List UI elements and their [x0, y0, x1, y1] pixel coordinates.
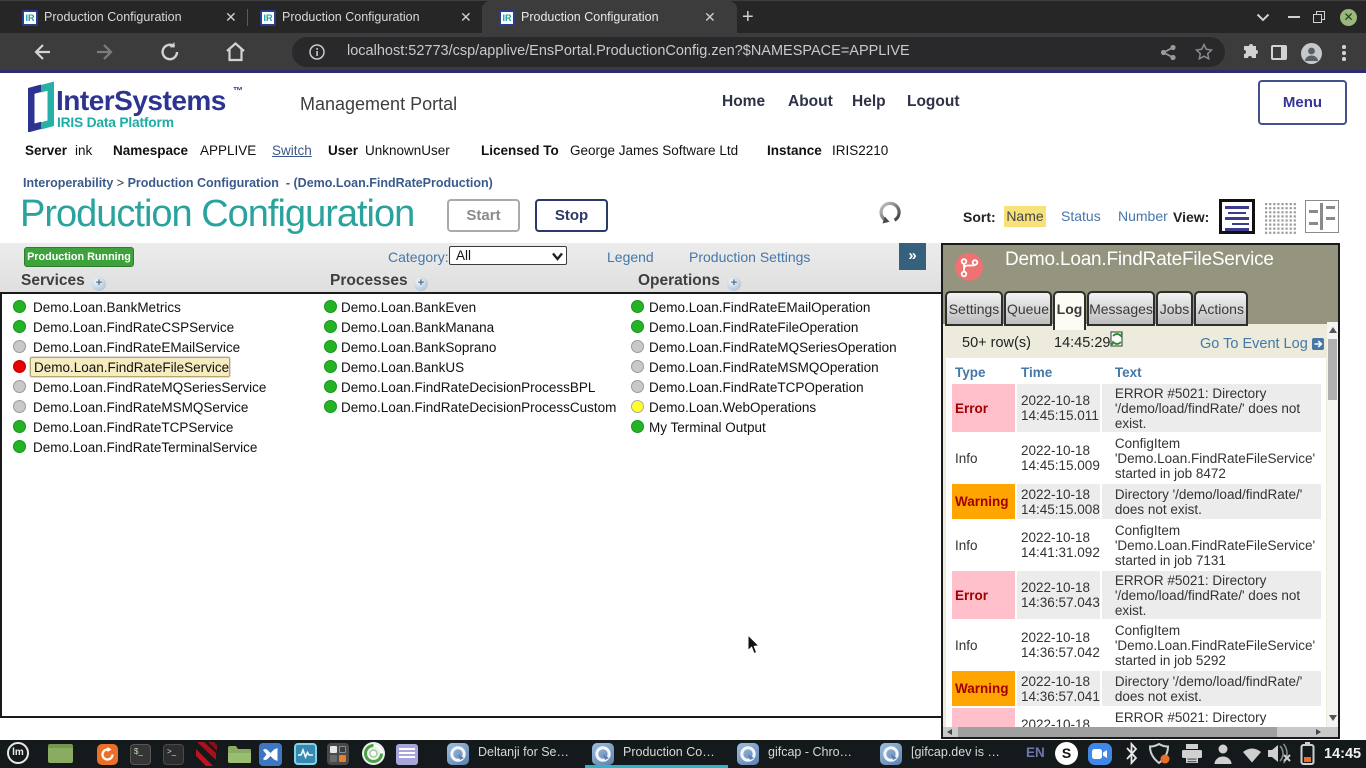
svg-text:™: ™: [233, 86, 243, 97]
svg-text:InterSystems: InterSystems: [56, 85, 226, 116]
svg-text:IRIS Data Platform: IRIS Data Platform: [57, 115, 174, 130]
